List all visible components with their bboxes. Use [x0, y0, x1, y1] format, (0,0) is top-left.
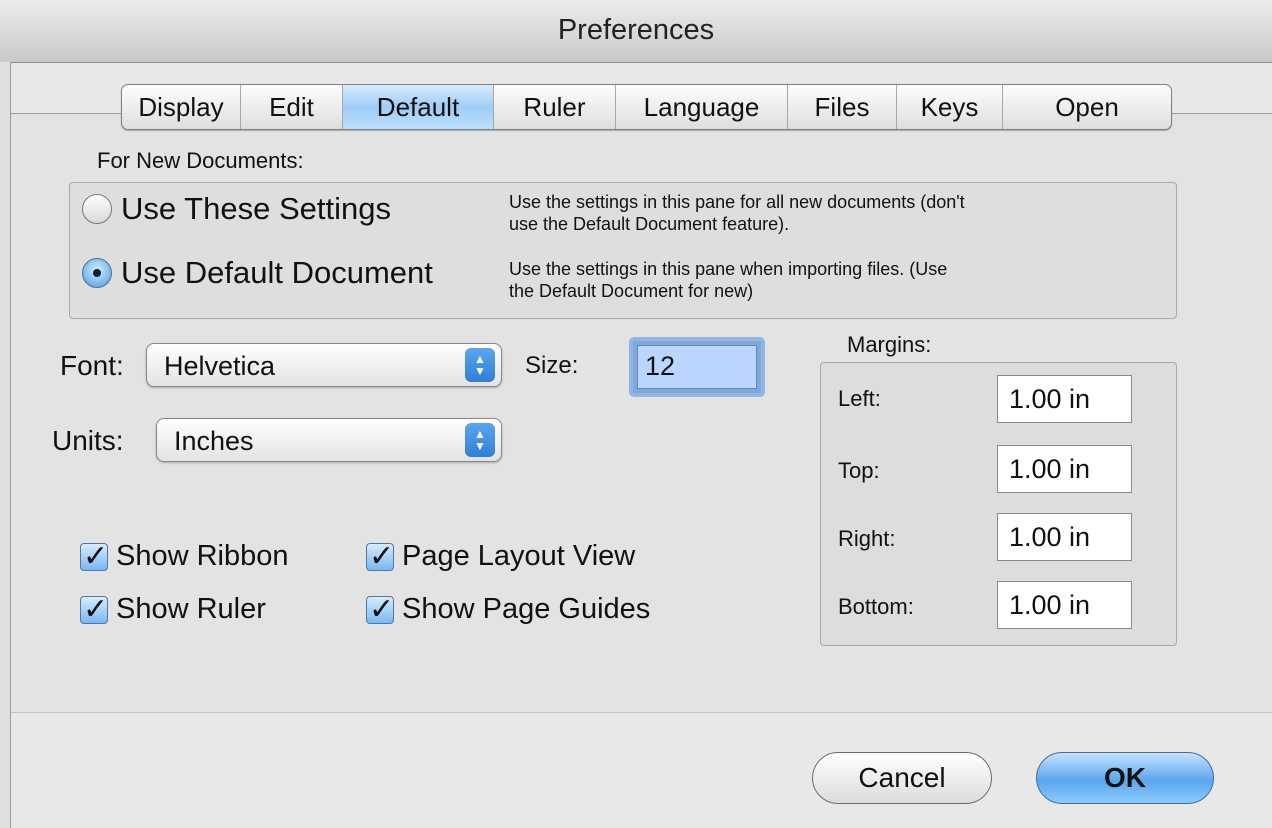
size-value: 12 — [645, 351, 676, 381]
margin-bottom-label: Bottom: — [838, 594, 914, 619]
tab-language[interactable]: Language — [616, 85, 788, 129]
cancel-button[interactable]: Cancel — [812, 752, 992, 804]
description-line: the Default Document for new) — [509, 281, 754, 301]
show-ribbon-label: Show Ribbon — [116, 540, 289, 572]
description-line: Use the settings in this pane for all ne… — [509, 192, 965, 212]
tab-edit[interactable]: Edit — [241, 85, 343, 129]
window-left-edge — [0, 62, 11, 828]
margin-top-value: 1.00 in — [1009, 454, 1091, 484]
margin-top-input[interactable]: 1.00 in — [997, 445, 1132, 493]
tab-open[interactable]: Open — [1003, 85, 1171, 129]
checkmark-icon[interactable] — [80, 539, 108, 574]
units-value: Inches — [174, 426, 254, 456]
use-these-settings-label: Use These Settings — [121, 191, 391, 226]
preferences-window: Preferences Display Edit Default Ruler L… — [0, 0, 1272, 828]
checkmark-icon[interactable] — [366, 592, 394, 627]
show-page-guides-option[interactable]: Show Page Guides — [366, 592, 651, 627]
description-line: use the Default Document feature). — [509, 214, 790, 234]
use-default-document-label: Use Default Document — [121, 255, 433, 290]
use-default-document-option[interactable]: Use Default Document — [82, 255, 433, 291]
up-down-arrows-icon: ▲ ▼ — [465, 348, 495, 382]
tab-display[interactable]: Display — [122, 85, 241, 129]
font-value: Helvetica — [164, 351, 276, 381]
units-popup[interactable]: Inches ▲ ▼ — [156, 418, 502, 462]
show-ribbon-option[interactable]: Show Ribbon — [80, 539, 289, 574]
page-layout-view-option[interactable]: Page Layout View — [366, 539, 636, 574]
use-default-document-description: Use the settings in this pane when impor… — [509, 258, 947, 302]
preferences-tabs: Display Edit Default Ruler Language File… — [121, 84, 1172, 130]
margin-bottom-input[interactable]: 1.00 in — [997, 581, 1132, 629]
use-these-settings-description: Use the settings in this pane for all ne… — [509, 191, 965, 235]
font-label: Font: — [60, 350, 124, 381]
use-these-settings-option[interactable]: Use These Settings — [82, 191, 391, 227]
checkmark-icon[interactable] — [366, 539, 394, 574]
tab-files[interactable]: Files — [788, 85, 897, 129]
use-default-document-radio[interactable] — [82, 258, 112, 288]
tab-default[interactable]: Default — [343, 85, 494, 129]
size-label: Size: — [525, 352, 579, 379]
description-line: Use the settings in this pane when impor… — [509, 259, 948, 279]
tab-keys[interactable]: Keys — [897, 85, 1003, 129]
show-page-guides-label: Show Page Guides — [402, 593, 651, 625]
new-documents-label: For New Documents: — [97, 148, 304, 173]
margin-right-value: 1.00 in — [1009, 522, 1091, 552]
title-bar: Preferences — [0, 0, 1272, 63]
show-ruler-option[interactable]: Show Ruler — [80, 592, 266, 627]
margin-left-label: Left: — [838, 386, 881, 411]
window-title: Preferences — [557, 14, 715, 46]
use-these-settings-radio[interactable] — [82, 194, 112, 224]
margin-right-input[interactable]: 1.00 in — [997, 513, 1132, 561]
show-ruler-label: Show Ruler — [116, 593, 266, 625]
margin-bottom-value: 1.00 in — [1009, 590, 1091, 620]
page-layout-view-label: Page Layout View — [402, 540, 636, 572]
tab-ruler[interactable]: Ruler — [494, 85, 616, 129]
margin-left-value: 1.00 in — [1009, 384, 1091, 414]
margin-right-label: Right: — [838, 526, 896, 551]
margin-left-input[interactable]: 1.00 in — [997, 375, 1132, 423]
margins-label: Margins: — [847, 332, 932, 357]
up-down-arrows-icon: ▲ ▼ — [465, 423, 495, 457]
size-input[interactable]: 12 — [629, 337, 765, 397]
ok-button[interactable]: OK — [1036, 752, 1214, 804]
checkmark-icon[interactable] — [80, 592, 108, 627]
font-popup[interactable]: Helvetica ▲ ▼ — [146, 343, 502, 387]
margin-top-label: Top: — [838, 458, 880, 483]
units-label: Units: — [52, 425, 124, 456]
